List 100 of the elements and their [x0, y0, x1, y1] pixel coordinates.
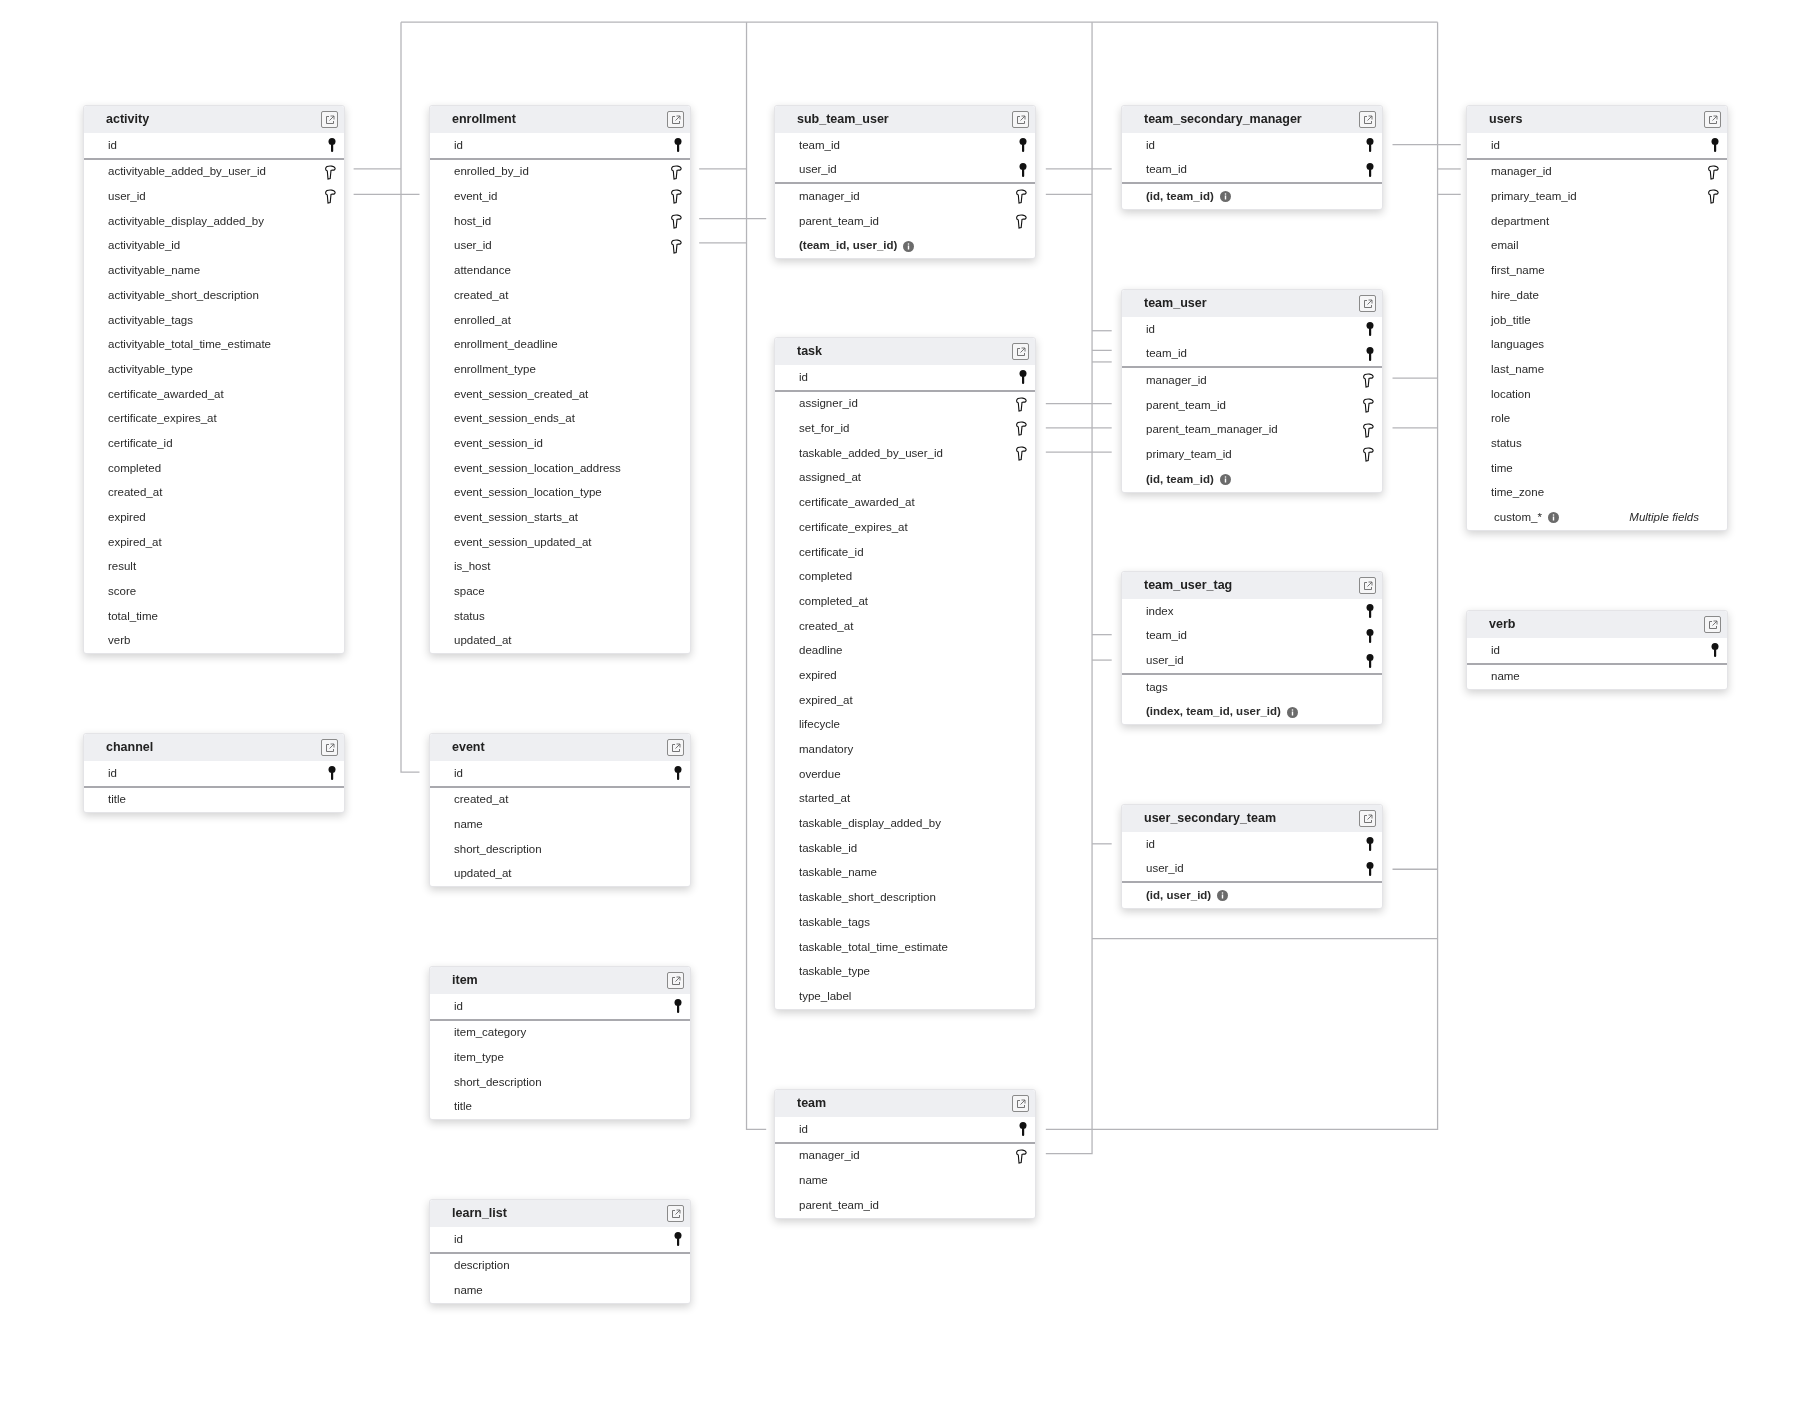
field-name: activityable_added_by_user_id: [108, 164, 266, 180]
composite-key: (id, team_id): [1146, 188, 1214, 206]
open-link-button[interactable]: [1704, 111, 1721, 128]
field-name: event_session_location_address: [454, 460, 621, 476]
field-name: expired: [108, 510, 146, 526]
field-name: certificate_id: [799, 544, 864, 560]
field-name: created_at: [454, 792, 509, 808]
field-name: enrolled_by_id: [454, 164, 529, 180]
field-name: attendance: [454, 263, 511, 279]
table-name: team_user_tag: [1144, 577, 1233, 595]
open-link-button[interactable]: [667, 111, 684, 128]
key-icon: [1366, 862, 1374, 877]
open-link-button[interactable]: [1359, 577, 1376, 594]
table-name: item: [452, 972, 478, 990]
key-outline-icon: [1707, 189, 1719, 205]
field-name: time: [1491, 460, 1513, 476]
key-icon: [328, 766, 336, 781]
field-name: team_id: [1146, 346, 1187, 362]
field-name: id: [799, 369, 808, 385]
key-icon: [674, 766, 682, 781]
open-link-button[interactable]: [667, 739, 684, 756]
field-name: created_at: [799, 618, 854, 634]
external-link-icon: [670, 975, 681, 986]
field-name: is_host: [454, 559, 491, 575]
field-name: assigner_id: [799, 396, 858, 412]
key-outline-icon: [1362, 447, 1374, 463]
field-name: languages: [1491, 337, 1545, 353]
field-name: user_id: [1146, 653, 1184, 669]
external-link-icon: [1362, 813, 1373, 824]
field-name: taskable_added_by_user_id: [799, 445, 943, 461]
field-name: id: [1146, 321, 1155, 337]
external-link-icon: [324, 742, 335, 753]
external-link-icon: [1707, 114, 1718, 125]
open-link-button[interactable]: [1359, 111, 1376, 128]
field-name: total_time: [108, 608, 158, 624]
field-name: verb: [108, 633, 131, 649]
table-name: users: [1489, 111, 1523, 129]
field-name: manager_id: [799, 1148, 860, 1164]
open-link-button[interactable]: [1012, 343, 1029, 360]
table-name: verb: [1489, 616, 1516, 634]
field-name: user_id: [1146, 861, 1184, 877]
table-name: activity: [106, 111, 150, 129]
open-link-button[interactable]: [667, 972, 684, 989]
field-note: Multiple fields: [1629, 510, 1699, 526]
field-name: set_for_id: [799, 421, 850, 437]
key-outline-icon: [1362, 397, 1374, 413]
key-outline-icon: [1015, 1148, 1027, 1164]
field-name: event_session_updated_at: [454, 534, 592, 550]
field-name: status: [454, 608, 485, 624]
field-name: lifecycle: [799, 717, 840, 733]
field-name: event_session_ends_at: [454, 411, 575, 427]
field-name: hire_date: [1491, 287, 1539, 303]
table-name: channel: [106, 739, 154, 757]
key-outline-icon: [1015, 421, 1027, 437]
field-name: event_session_id: [454, 435, 543, 451]
key-outline-icon: [1362, 422, 1374, 438]
field-name: short_description: [454, 1074, 542, 1090]
open-link-button[interactable]: [321, 739, 338, 756]
table-name: enrollment: [452, 111, 516, 129]
field-name: expired_at: [108, 534, 162, 550]
field-name: mandatory: [799, 742, 854, 758]
field-name: event_id: [454, 189, 498, 205]
open-link-button[interactable]: [321, 111, 338, 128]
key-outline-icon: [1015, 445, 1027, 461]
field-name: enrollment_type: [454, 361, 536, 377]
info-icon: [1219, 191, 1231, 203]
field-name: activityable_name: [108, 263, 201, 279]
composite-key: (team_id, user_id): [799, 237, 898, 255]
key-icon: [1019, 1122, 1027, 1137]
open-link-button[interactable]: [667, 1205, 684, 1222]
field-name: activityable_total_time_estimate: [108, 337, 271, 353]
key-outline-icon: [670, 238, 682, 254]
field-name: manager_id: [1146, 373, 1207, 389]
table-name: sub_team_user: [797, 111, 889, 129]
external-link-icon: [1015, 1098, 1026, 1109]
external-link-icon: [670, 114, 681, 125]
field-name: expired_at: [799, 692, 853, 708]
field-name: id: [1146, 836, 1155, 852]
open-link-button[interactable]: [1359, 295, 1376, 312]
field-name: completed_at: [799, 593, 869, 609]
field-name: short_description: [454, 841, 542, 857]
table-name: event: [452, 739, 485, 757]
field-name: id: [108, 137, 117, 153]
key-outline-icon: [1362, 373, 1374, 389]
open-link-button[interactable]: [1359, 810, 1376, 827]
field-name: id: [454, 137, 463, 153]
key-icon: [674, 1232, 682, 1247]
field-name: event_session_location_type: [454, 485, 602, 501]
field-name: manager_id: [1491, 164, 1552, 180]
composite-key: (index, team_id, user_id): [1146, 703, 1281, 721]
key-outline-icon: [1015, 213, 1027, 229]
field-name: updated_at: [454, 866, 512, 882]
open-link-button[interactable]: [1704, 616, 1721, 633]
field-name: taskable_id: [799, 840, 858, 856]
open-link-button[interactable]: [1012, 1095, 1029, 1112]
key-outline-icon: [324, 189, 336, 205]
field-name: overdue: [799, 766, 841, 782]
info-icon: [1219, 473, 1231, 485]
field-name: description: [454, 1258, 510, 1274]
open-link-button[interactable]: [1012, 111, 1029, 128]
